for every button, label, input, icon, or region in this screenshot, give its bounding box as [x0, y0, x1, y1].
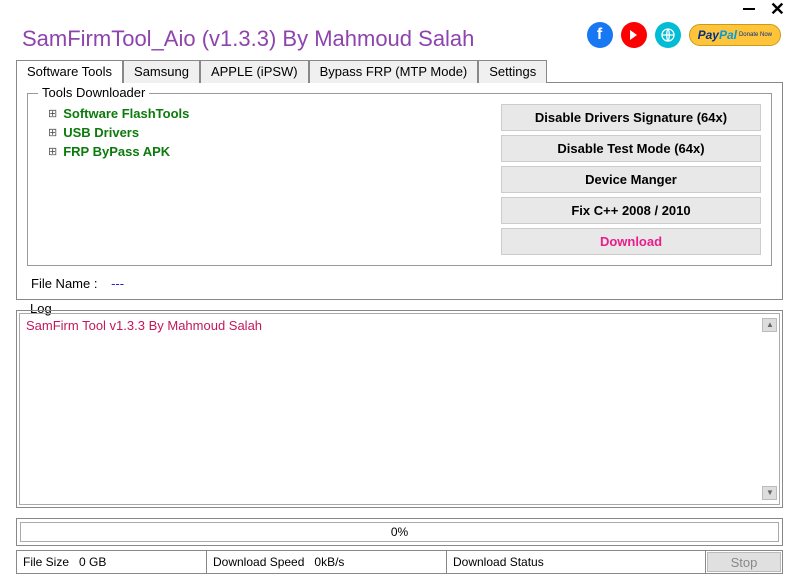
- disable-test-mode-button[interactable]: Disable Test Mode (64x): [501, 135, 761, 162]
- download-speed-cell: Download Speed 0kB/s: [207, 551, 447, 573]
- tab-settings[interactable]: Settings: [478, 60, 547, 83]
- log-groupbox: SamFirm Tool v1.3.3 By Mahmoud Salah: [16, 310, 783, 508]
- progress-label: 0%: [391, 525, 408, 539]
- file-size-cell: File Size 0 GB: [17, 551, 207, 573]
- paypal-donate-button[interactable]: PayPal Donate Now: [689, 24, 781, 46]
- fix-cpp-button[interactable]: Fix C++ 2008 / 2010: [501, 197, 761, 224]
- tab-software-tools[interactable]: Software Tools: [16, 60, 123, 83]
- progress-bar: 0%: [20, 522, 779, 542]
- youtube-icon[interactable]: [621, 22, 647, 48]
- download-status-cell: Download Status: [447, 551, 706, 573]
- groupbox-legend: Tools Downloader: [38, 85, 149, 100]
- close-button[interactable]: ✕: [770, 0, 785, 18]
- tab-apple-ipsw[interactable]: APPLE (iPSW): [200, 60, 309, 83]
- stop-button[interactable]: Stop: [707, 552, 781, 572]
- minimize-button[interactable]: [743, 8, 755, 10]
- log-textarea[interactable]: SamFirm Tool v1.3.3 By Mahmoud Salah: [19, 313, 780, 505]
- globe-icon[interactable]: [655, 22, 681, 48]
- titlebar: ✕: [0, 0, 799, 20]
- device-manager-button[interactable]: Device Manger: [501, 166, 761, 193]
- tree-item-flashtools[interactable]: Software FlashTools: [38, 104, 501, 123]
- download-speed-label: Download Speed: [213, 555, 304, 569]
- tab-bar: Software Tools Samsung APPLE (iPSW) Bypa…: [16, 60, 783, 83]
- file-size-value: 0 GB: [79, 555, 106, 569]
- scroll-down-button[interactable]: [762, 486, 777, 500]
- tab-samsung[interactable]: Samsung: [123, 60, 200, 83]
- download-button[interactable]: Download: [501, 228, 761, 255]
- tree-item-usb-drivers[interactable]: USB Drivers: [38, 123, 501, 142]
- scroll-up-button[interactable]: [762, 318, 777, 332]
- download-status-label: Download Status: [453, 555, 544, 569]
- filename-label: File Name :: [31, 276, 97, 291]
- file-size-label: File Size: [23, 555, 69, 569]
- tree-item-frp-bypass[interactable]: FRP ByPass APK: [38, 142, 501, 161]
- status-bar: File Size 0 GB Download Speed 0kB/s Down…: [16, 550, 783, 574]
- filename-row: File Name : ---: [27, 272, 772, 291]
- main-panel: Tools Downloader Software FlashTools USB…: [16, 83, 783, 300]
- filename-value: ---: [111, 276, 124, 291]
- tab-bypass-frp[interactable]: Bypass FRP (MTP Mode): [309, 60, 479, 83]
- progress-container: 0%: [16, 518, 783, 546]
- facebook-icon[interactable]: f: [587, 22, 613, 48]
- tools-downloader-groupbox: Tools Downloader Software FlashTools USB…: [27, 93, 772, 266]
- tree-view[interactable]: Software FlashTools USB Drivers FRP ByPa…: [38, 104, 501, 255]
- download-speed-value: 0kB/s: [314, 555, 344, 569]
- log-line: SamFirm Tool v1.3.3 By Mahmoud Salah: [26, 318, 262, 333]
- disable-drivers-signature-button[interactable]: Disable Drivers Signature (64x): [501, 104, 761, 131]
